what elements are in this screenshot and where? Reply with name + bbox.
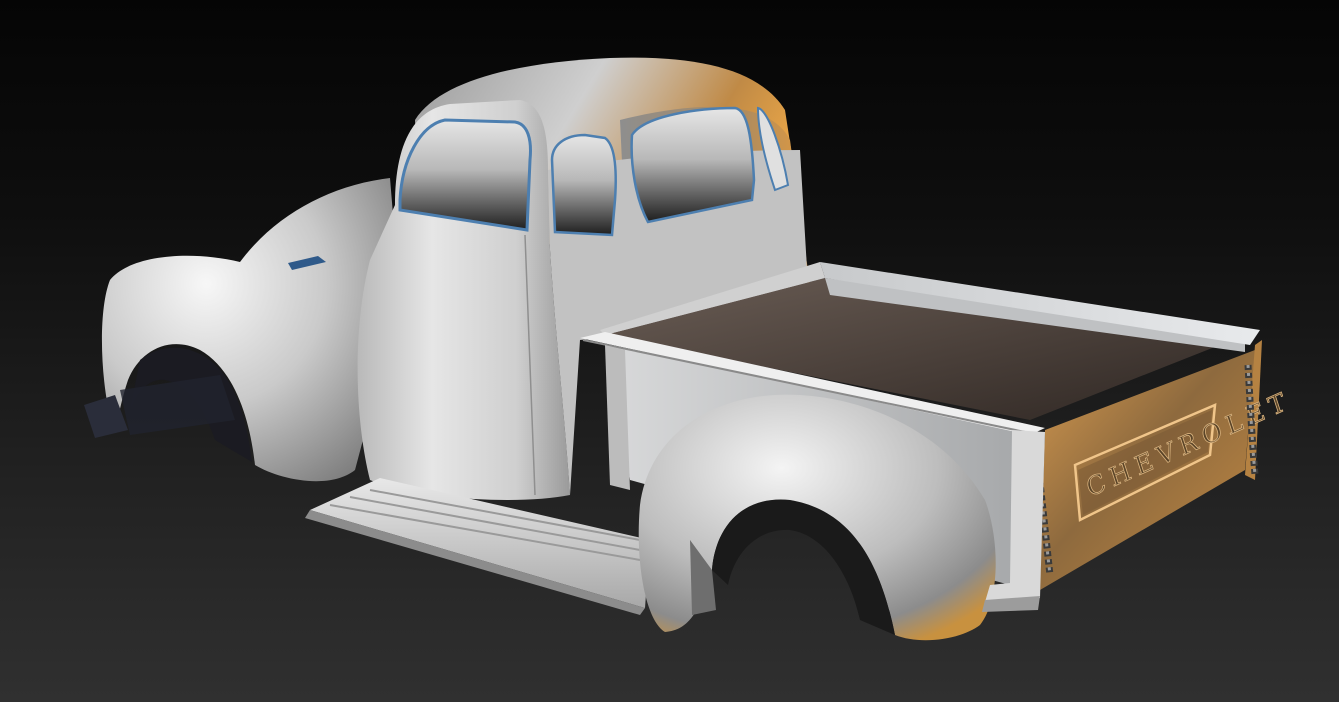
quarter-window — [550, 133, 617, 237]
render-viewport: CHEVROLET — [0, 0, 1339, 702]
front-fender — [101, 178, 400, 482]
truck-render: CHEVROLET — [84, 57, 1295, 641]
side-window — [398, 118, 532, 232]
